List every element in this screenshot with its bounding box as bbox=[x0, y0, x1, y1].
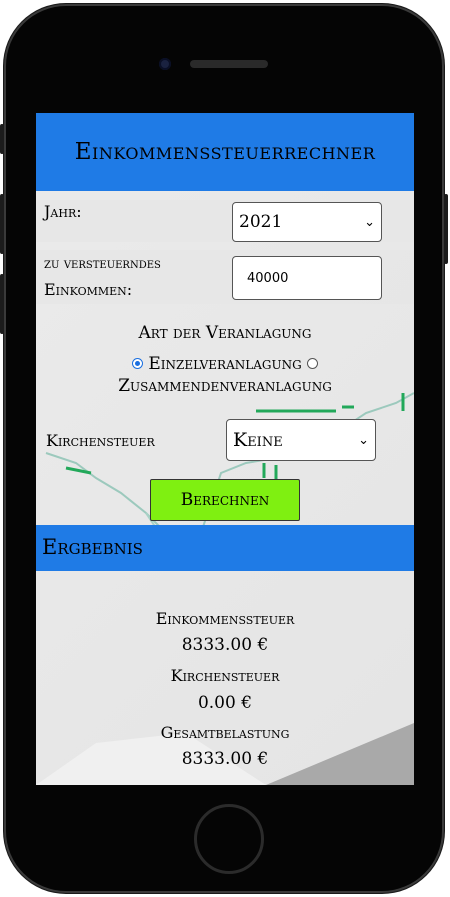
chevron-down-icon: ⌄ bbox=[364, 214, 375, 230]
assessment-type-label: Art der Veranlagung bbox=[138, 323, 312, 343]
income-input-value: 40000 bbox=[247, 270, 289, 286]
church-tax-result-label: Kirchensteuer bbox=[170, 666, 280, 685]
income-tax-value: 8333.00 € bbox=[181, 635, 269, 655]
volume-down-button bbox=[0, 274, 4, 334]
home-button[interactable] bbox=[194, 804, 264, 874]
income-input[interactable]: 40000 bbox=[232, 256, 382, 300]
earpiece-speaker bbox=[190, 60, 268, 68]
calculate-button[interactable]: Berechnen bbox=[150, 479, 300, 521]
assessment-options-line1: Einzelveranlagung bbox=[36, 354, 414, 374]
church-tax-value: 0.00 € bbox=[197, 693, 253, 713]
income-label-line2: Einkommen: bbox=[44, 280, 133, 299]
power-button bbox=[444, 194, 448, 264]
mute-switch bbox=[0, 124, 4, 154]
income-label-line1: zu versteuerndes bbox=[44, 256, 161, 272]
page-title: Einkommenssteuerrechner bbox=[74, 139, 376, 165]
app-header: Einkommenssteuerrechner bbox=[36, 113, 414, 191]
income-tax-label: Einkommenssteuer bbox=[155, 609, 295, 628]
church-tax-select-value: Keine bbox=[233, 429, 283, 451]
option-zusammenveranlagung-label: Zusammendenveranlagung bbox=[118, 376, 332, 396]
church-tax-label: Kirchensteuer bbox=[46, 431, 155, 450]
app-screen: Einkommenssteuerrechner Jahr: 2021 ⌄ zu … bbox=[36, 113, 414, 785]
volume-up-button bbox=[0, 194, 4, 254]
radio-zusammenveranlagung[interactable] bbox=[307, 358, 319, 369]
year-select[interactable]: 2021 ⌄ bbox=[232, 202, 382, 242]
radio-einzelveranlagung[interactable] bbox=[131, 358, 143, 369]
total-burden-label: Gesamtbelastung bbox=[160, 723, 290, 742]
year-select-value: 2021 bbox=[239, 212, 283, 232]
result-title: Ergbebnis bbox=[42, 535, 143, 559]
option-einzelveranlagung-label: Einzelveranlagung bbox=[148, 354, 302, 374]
total-burden-value: 8333.00 € bbox=[181, 749, 269, 769]
chevron-down-icon: ⌄ bbox=[358, 432, 369, 448]
church-tax-select[interactable]: Keine ⌄ bbox=[226, 419, 376, 461]
front-camera bbox=[159, 58, 171, 70]
result-header: Ergbebnis bbox=[36, 525, 414, 571]
year-label: Jahr: bbox=[44, 202, 82, 221]
